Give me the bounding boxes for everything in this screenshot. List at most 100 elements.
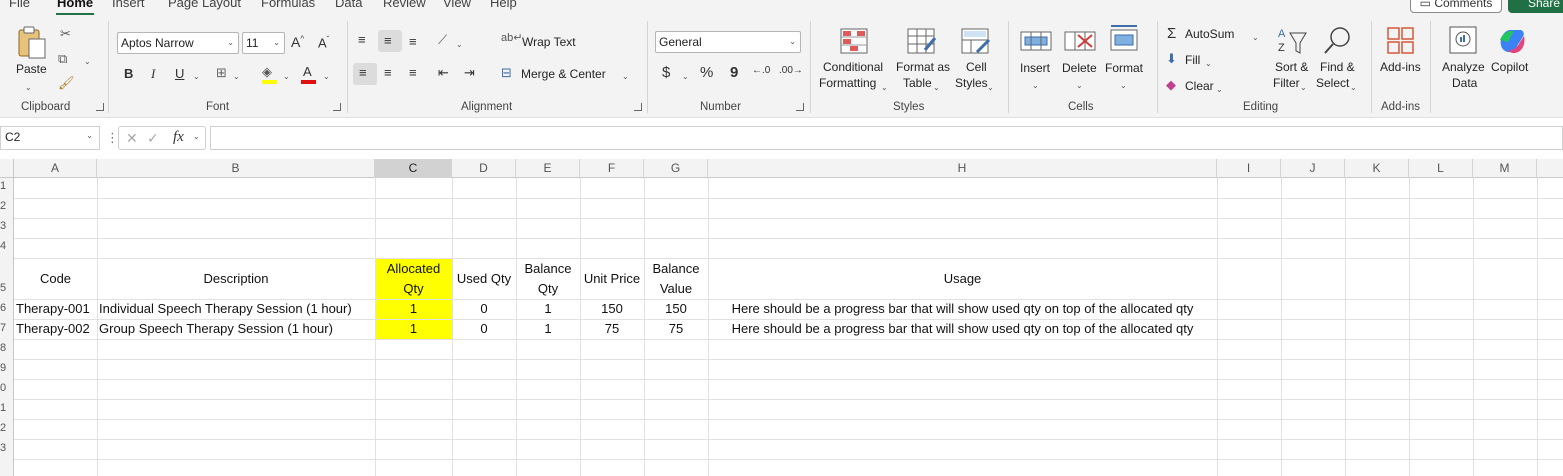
row-header[interactable]: 2 <box>0 200 13 212</box>
cell-styles-icon[interactable] <box>961 28 991 54</box>
formula-input[interactable] <box>210 126 1563 150</box>
orientation-chevron-icon[interactable]: ⌄ <box>456 40 463 49</box>
comma-button[interactable]: 9 <box>730 65 738 80</box>
fill-chevron-icon[interactable]: ⌄ <box>1205 59 1212 68</box>
analyze-data-label-1[interactable]: Analyze <box>1442 60 1485 74</box>
paste-label[interactable]: Paste <box>16 62 47 76</box>
find-select-icon[interactable] <box>1322 25 1354 57</box>
row-header[interactable]: 7 <box>0 322 13 334</box>
format-as-table-chevron-icon[interactable]: ⌄ <box>933 83 940 92</box>
column-header-g[interactable]: G <box>644 159 708 178</box>
paste-icon[interactable] <box>15 25 47 59</box>
insert-cells-chevron-icon[interactable]: ⌄ <box>1032 81 1039 90</box>
format-cells-icon[interactable] <box>1108 25 1140 53</box>
cell-styles-label-2[interactable]: Styles <box>955 76 988 90</box>
analyze-data-label-2[interactable]: Data <box>1452 76 1477 90</box>
header-used-qty[interactable]: Used Qty <box>452 269 516 289</box>
column-header-j[interactable]: J <box>1281 159 1345 178</box>
clear-button[interactable]: Clear <box>1185 79 1214 93</box>
analyze-data-icon[interactable] <box>1448 25 1480 57</box>
currency-chevron-icon[interactable]: ⌄ <box>682 72 689 81</box>
conditional-formatting-icon[interactable] <box>840 28 868 54</box>
name-box-chevron-icon[interactable]: ⌄ <box>86 131 93 140</box>
row-header[interactable]: 1 <box>0 180 13 192</box>
column-header-h[interactable]: H <box>708 159 1217 178</box>
copilot-button[interactable]: Copilot <box>1491 60 1528 74</box>
format-cells-button[interactable]: Format <box>1105 61 1143 75</box>
format-as-table-label-1[interactable]: Format as <box>896 60 950 74</box>
tab-data[interactable]: Data <box>335 0 362 10</box>
add-ins-icon[interactable] <box>1386 26 1416 56</box>
find-select-label-1[interactable]: Find & <box>1320 60 1355 74</box>
sort-filter-chevron-icon[interactable]: ⌄ <box>1300 83 1307 92</box>
tab-home[interactable]: Home <box>57 0 93 10</box>
row-header[interactable]: 4 <box>0 240 13 252</box>
table-row-1-unit-price[interactable]: 150 <box>580 299 644 319</box>
cell-styles-chevron-icon[interactable]: ⌄ <box>987 83 994 92</box>
borders-chevron-icon[interactable]: ⌄ <box>233 72 240 81</box>
row-header[interactable]: 0 <box>0 382 13 394</box>
copilot-icon[interactable] <box>1496 26 1526 56</box>
bold-button[interactable]: B <box>124 67 133 80</box>
header-balance-1[interactable]: Balance <box>516 259 580 279</box>
increase-decimal-icon[interactable]: ←.0 <box>752 66 770 76</box>
underline-chevron-icon[interactable]: ⌄ <box>193 72 200 81</box>
add-ins-button[interactable]: Add-ins <box>1380 60 1421 74</box>
table-row-1-code[interactable]: Therapy-001 <box>16 299 97 319</box>
header-balance-2[interactable]: Qty <box>516 279 580 299</box>
tab-review[interactable]: Review <box>383 0 426 10</box>
table-row-1-balance[interactable]: 1 <box>516 299 580 319</box>
format-painter-icon[interactable]: 🖌 <box>58 76 75 89</box>
tab-insert[interactable]: Insert <box>112 0 145 10</box>
header-balance-value-2[interactable]: Value <box>644 279 708 299</box>
header-usage[interactable]: Usage <box>708 269 1217 289</box>
table-row-1-balance-value[interactable]: 150 <box>644 299 708 319</box>
grow-font-icon[interactable]: A^ <box>291 35 304 49</box>
sort-filter-label-1[interactable]: Sort & <box>1275 60 1308 74</box>
sort-filter-label-2[interactable]: Filter <box>1273 76 1300 90</box>
column-header-f[interactable]: F <box>580 159 644 178</box>
cut-icon[interactable]: ✂ <box>60 27 71 40</box>
wrap-text-icon[interactable]: ab↵ <box>501 33 522 44</box>
column-header-l[interactable]: L <box>1409 159 1473 178</box>
table-row-2-code[interactable]: Therapy-002 <box>16 319 97 339</box>
table-row-2-usage[interactable]: Here should be a progress bar that will … <box>708 319 1217 339</box>
delete-cells-chevron-icon[interactable]: ⌄ <box>1076 81 1083 90</box>
merge-center-button[interactable]: Merge & Center <box>521 67 606 81</box>
format-as-table-icon[interactable] <box>907 28 937 54</box>
orientation-icon[interactable]: ⟋ <box>438 33 447 46</box>
row-header[interactable]: 3 <box>0 442 13 454</box>
format-cells-chevron-icon[interactable]: ⌄ <box>1120 81 1127 90</box>
table-row-2-balance-value[interactable]: 75 <box>644 319 708 339</box>
find-select-chevron-icon[interactable]: ⌄ <box>1350 83 1357 92</box>
font-size-select[interactable]: 11 ⌄ <box>242 32 285 54</box>
enter-icon[interactable]: ✓ <box>147 130 159 147</box>
conditional-formatting-label-2[interactable]: Formatting <box>819 76 876 90</box>
percent-button[interactable]: % <box>700 65 713 80</box>
tab-formulas[interactable]: Formulas <box>261 0 315 10</box>
conditional-formatting-chevron-icon[interactable]: ⌄ <box>881 83 888 92</box>
paste-chevron-icon[interactable]: ⌄ <box>25 83 32 92</box>
align-left-icon[interactable]: ≡ <box>359 66 367 79</box>
insert-cells-icon[interactable] <box>1020 29 1052 53</box>
increase-indent-icon[interactable]: ⇥ <box>464 66 475 79</box>
font-name-select[interactable]: Aptos Narrow ⌄ <box>117 32 239 54</box>
row-header[interactable]: 1 <box>0 402 13 414</box>
copy-icon[interactable]: ⧉ <box>58 52 67 65</box>
alignment-launcher-icon[interactable] <box>634 103 642 111</box>
table-row-2-allocated[interactable]: 1 <box>375 319 452 339</box>
header-unit-price[interactable]: Unit Price <box>580 269 644 289</box>
decrease-indent-icon[interactable]: ⇤ <box>438 66 449 79</box>
row-header[interactable]: 6 <box>0 302 13 314</box>
align-center-icon[interactable]: ≡ <box>384 66 392 79</box>
row-header[interactable]: 9 <box>0 362 13 374</box>
cell-styles-label-1[interactable]: Cell <box>966 60 987 74</box>
find-select-label-2[interactable]: Select <box>1316 76 1349 90</box>
table-row-1-allocated[interactable]: 1 <box>375 299 452 319</box>
header-allocated-1[interactable]: Allocated <box>375 259 452 279</box>
tab-file[interactable]: File <box>9 0 30 10</box>
header-allocated-2[interactable]: Qty <box>375 279 452 299</box>
autosum-button[interactable]: AutoSum <box>1185 27 1234 41</box>
merge-center-chevron-icon[interactable]: ⌄ <box>622 72 629 81</box>
conditional-formatting-label-1[interactable]: Conditional <box>823 60 883 74</box>
